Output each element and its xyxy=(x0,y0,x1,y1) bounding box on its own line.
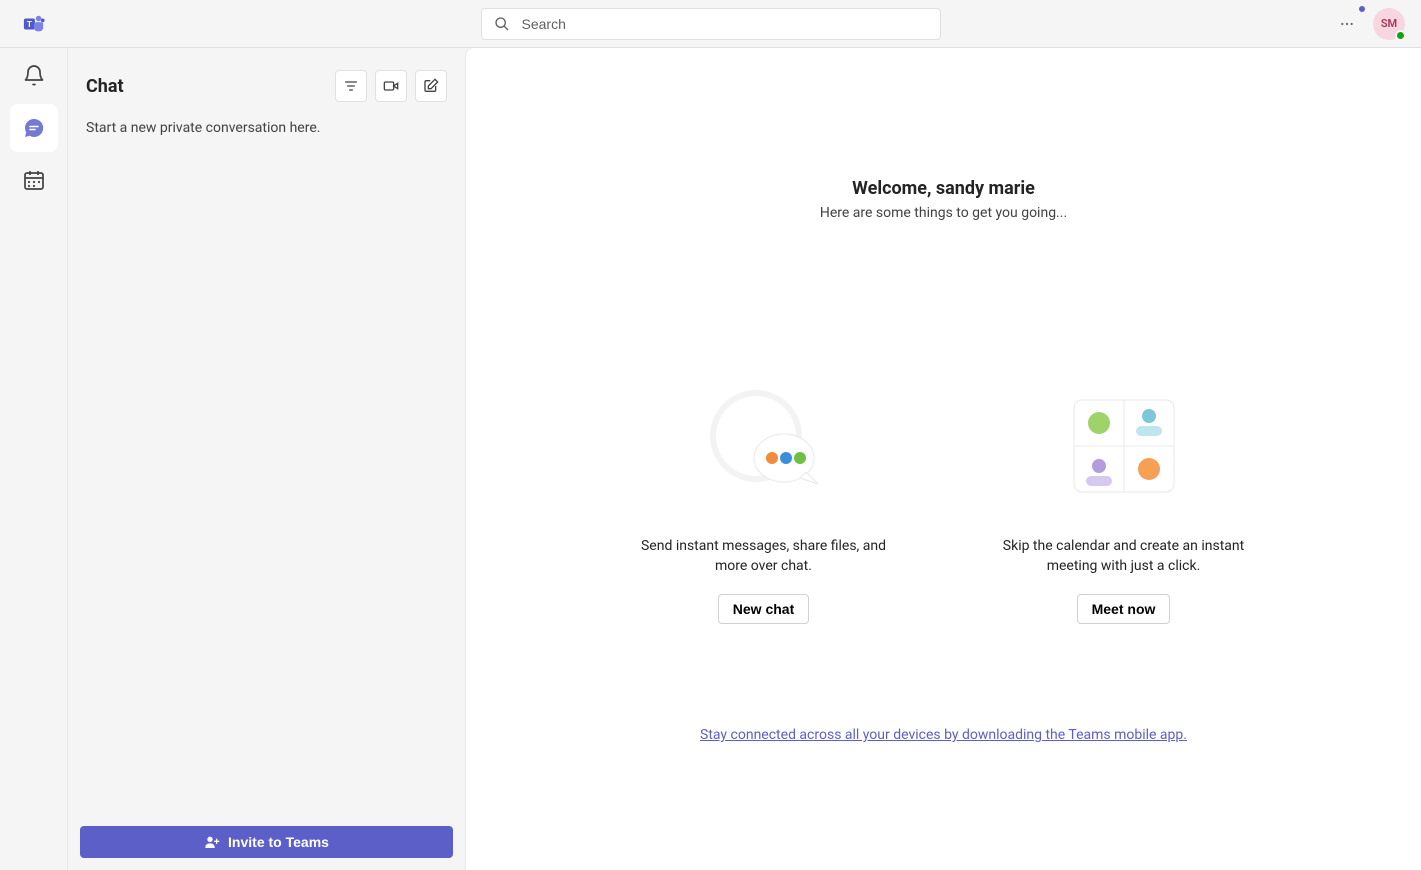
rail-item-chat[interactable] xyxy=(10,104,58,152)
filter-button[interactable] xyxy=(335,70,367,102)
invite-label: Invite to Teams xyxy=(228,834,329,850)
invite-to-teams-button[interactable]: Invite to Teams xyxy=(80,826,453,858)
filter-icon xyxy=(343,78,359,94)
teams-logo-icon: T xyxy=(22,12,46,36)
svg-text:T: T xyxy=(27,19,32,28)
rail-item-calendar[interactable] xyxy=(10,156,58,204)
ellipsis-icon xyxy=(1339,16,1355,32)
mobile-app-link[interactable]: Stay connected across all your devices b… xyxy=(700,727,1187,743)
notification-dot xyxy=(1357,4,1367,14)
search-icon xyxy=(494,16,510,32)
meet-now-action-button[interactable]: Meet now xyxy=(1077,594,1171,624)
avatar-initials: SM xyxy=(1381,17,1397,30)
new-chat-button[interactable] xyxy=(415,70,447,102)
welcome-title: Welcome, sandy marie xyxy=(466,178,1421,199)
new-chat-action-button[interactable]: New chat xyxy=(718,594,809,624)
chat-empty-hint: Start a new private conversation here. xyxy=(86,120,447,136)
profile-avatar[interactable]: SM xyxy=(1373,8,1405,40)
search-box[interactable] xyxy=(481,8,941,40)
presence-available-icon xyxy=(1395,30,1406,41)
compose-icon xyxy=(423,78,439,94)
meet-illustration xyxy=(1049,371,1199,521)
video-icon xyxy=(383,78,399,94)
search-input[interactable] xyxy=(522,16,928,32)
rail-item-activity[interactable] xyxy=(10,52,58,100)
calendar-icon xyxy=(22,168,46,192)
chat-icon xyxy=(22,116,46,140)
card-meet-desc: Skip the calendar and create an instant … xyxy=(994,537,1254,576)
more-options-button[interactable] xyxy=(1333,10,1361,38)
welcome-content: Welcome, sandy marie Here are some thing… xyxy=(466,48,1421,870)
chat-list-title: Chat xyxy=(86,76,327,97)
app-rail xyxy=(0,48,68,870)
welcome-subtitle: Here are some things to get you going... xyxy=(466,205,1421,221)
add-people-icon xyxy=(204,834,220,850)
bell-icon xyxy=(22,64,46,88)
card-chat-desc: Send instant messages, share files, and … xyxy=(634,537,894,576)
chat-illustration xyxy=(689,371,839,521)
top-bar: T SM xyxy=(0,0,1421,48)
chat-list-pane: Chat Start a new private conversation he… xyxy=(68,48,466,870)
meet-now-button[interactable] xyxy=(375,70,407,102)
welcome-card-chat: Send instant messages, share files, and … xyxy=(634,371,894,624)
welcome-card-meet: Skip the calendar and create an instant … xyxy=(994,371,1254,624)
